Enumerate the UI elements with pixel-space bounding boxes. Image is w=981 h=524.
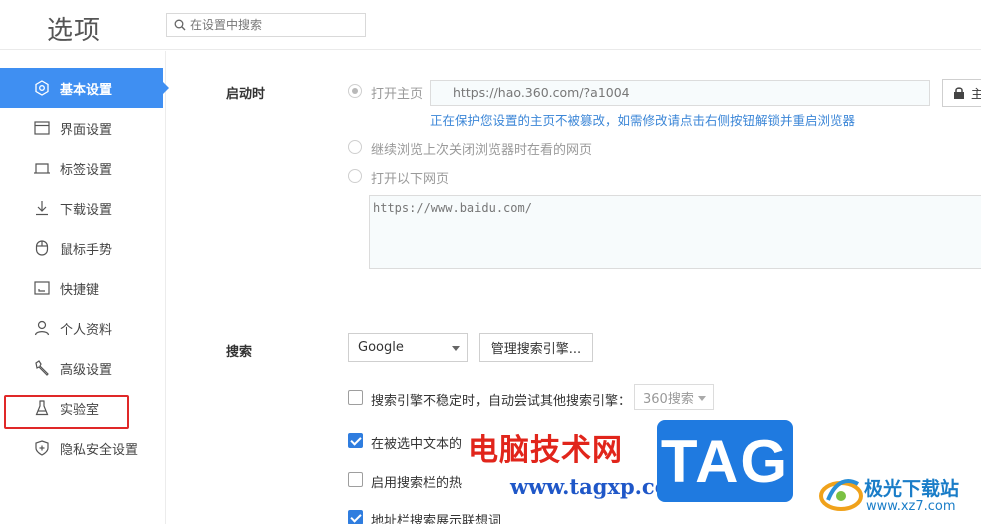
- user-icon: [33, 319, 51, 337]
- watermark-site-name: 极光下载站: [864, 478, 960, 500]
- startup-section-label: 启动时: [226, 87, 266, 102]
- search-engine-selected: Google: [358, 340, 404, 355]
- sidebar-item-advanced[interactable]: 高级设置: [0, 348, 166, 388]
- checkbox-address-suggestions[interactable]: [348, 510, 363, 524]
- checkbox-hot-words[interactable]: [348, 472, 363, 487]
- sidebar-item-lab[interactable]: 实验室: [0, 388, 166, 428]
- radio-open-homepage[interactable]: [348, 84, 362, 98]
- aurora-logo-icon: [819, 479, 863, 511]
- option-continue-label: 继续浏览上次关闭浏览器时在看的网页: [371, 143, 593, 158]
- watermark-site-url: www.xz7.com: [866, 499, 956, 514]
- chevron-down-icon: [452, 346, 460, 351]
- checkbox-hot-words-label: 启用搜索栏的热: [371, 476, 463, 491]
- sidebar-item-label: 鼠标手势: [60, 242, 113, 258]
- sidebar-item-profile[interactable]: 个人资料: [0, 308, 166, 348]
- sidebar-item-shortcuts[interactable]: 快捷键: [0, 268, 166, 308]
- sidebar-item-tabs[interactable]: 标签设置: [0, 148, 166, 188]
- download-icon: [33, 199, 51, 217]
- header: 选项: [0, 0, 981, 50]
- tab-icon: [33, 159, 51, 177]
- sidebar-item-label: 实验室: [60, 402, 100, 418]
- search-box[interactable]: [166, 13, 366, 37]
- sidebar-item-label: 个人资料: [60, 322, 113, 338]
- manage-search-engines-button[interactable]: 管理搜索引擎...: [479, 333, 593, 362]
- sidebar-item-mouse-gesture[interactable]: 鼠标手势: [0, 228, 166, 268]
- sidebar-item-label: 界面设置: [60, 122, 113, 138]
- sidebar-item-interface[interactable]: 界面设置: [0, 108, 166, 148]
- checkbox-auto-fallback[interactable]: [348, 390, 363, 405]
- sidebar-item-download[interactable]: 下载设置: [0, 188, 166, 228]
- sidebar-item-basic[interactable]: 基本设置: [0, 68, 169, 108]
- option-open-homepage-label: 打开主页: [371, 87, 424, 102]
- radio-open-pages[interactable]: [348, 169, 362, 183]
- unlock-homepage-button[interactable]: 主: [942, 79, 981, 107]
- shield-icon: [33, 439, 51, 457]
- option-open-pages-label: 打开以下网页: [371, 172, 450, 187]
- window-icon: [33, 119, 51, 137]
- lock-icon: [954, 87, 964, 99]
- sidebar-item-label: 下载设置: [60, 202, 113, 218]
- homepage-protect-note: 正在保护您设置的主页不被篡改，如需修改请点击右侧按钮解锁并重启浏览器: [430, 113, 856, 128]
- homepage-url-field[interactable]: https://hao.360.com/?a1004: [430, 80, 930, 106]
- startup-pages-textarea[interactable]: [369, 195, 981, 269]
- sidebar-item-label: 基本设置: [60, 82, 113, 98]
- checkbox-selected-text-label: 在被选中文本的: [371, 437, 463, 452]
- sidebar-item-privacy[interactable]: 隐私安全设置: [0, 428, 166, 468]
- search-engine-select[interactable]: Google: [348, 333, 468, 362]
- sidebar-item-label: 快捷键: [60, 282, 100, 298]
- gear-icon: [33, 79, 51, 97]
- unlock-homepage-button-label: 主: [971, 86, 981, 101]
- search-section-label: 搜索: [226, 345, 253, 360]
- sidebar-item-label: 标签设置: [60, 162, 113, 178]
- fallback-engine-select[interactable]: 360搜索: [634, 384, 714, 410]
- checkbox-auto-fallback-label: 搜索引擎不稳定时，自动尝试其他搜索引擎：: [371, 394, 632, 409]
- radio-continue-last-session[interactable]: [348, 140, 362, 154]
- sidebar-item-label: 隐私安全设置: [60, 442, 139, 458]
- keyboard-icon: [33, 279, 51, 297]
- page-title: 选项: [47, 16, 102, 46]
- fallback-engine-selected: 360搜索: [643, 391, 694, 407]
- watermark-tag-logo: TAG: [657, 420, 793, 502]
- chevron-down-icon: [698, 396, 706, 401]
- checkbox-address-suggestions-label: 地址栏搜索展示联想词: [371, 514, 502, 524]
- flask-icon: [33, 399, 51, 417]
- search-icon: [174, 19, 186, 31]
- checkbox-selected-text-search[interactable]: [348, 433, 363, 448]
- mouse-icon: [33, 239, 51, 257]
- watermark-cn-text: 电脑技术网: [468, 433, 623, 468]
- search-input[interactable]: [190, 18, 360, 32]
- wrench-icon: [33, 359, 51, 377]
- sidebar: 基本设置 界面设置 标签设置 下载设置 鼠标手势 快捷键 个人资料 高级设置 实…: [0, 51, 169, 524]
- sidebar-item-label: 高级设置: [60, 362, 113, 378]
